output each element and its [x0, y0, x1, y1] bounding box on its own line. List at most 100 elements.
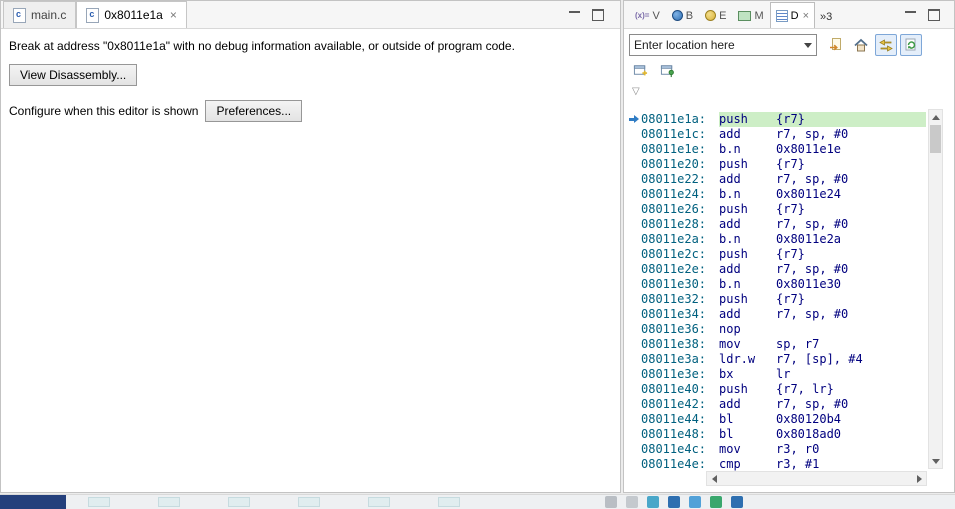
view-disassembly-button[interactable]: View Disassembly... — [9, 64, 138, 86]
instruction-code: bl 0x8018ad0 — [719, 427, 926, 442]
tab-0x8011e1a[interactable]: 0x8011e1a × — [76, 1, 187, 28]
instruction-mnemonic: b.n — [719, 142, 741, 156]
taskbar-app-6[interactable] — [438, 497, 460, 507]
combo-dropdown-icon[interactable] — [799, 35, 816, 55]
disassembly-line[interactable]: 08011e2c: push {r7} — [628, 247, 926, 262]
refresh-view-button[interactable] — [900, 34, 922, 56]
instruction-mnemonic: mov — [719, 442, 741, 456]
hidden-views-chevron[interactable]: »3 — [820, 11, 832, 28]
taskbar-app-1[interactable] — [88, 497, 110, 507]
location-combo — [629, 34, 817, 56]
maximize-icon[interactable] — [928, 9, 940, 21]
disassembly-icon — [775, 9, 788, 22]
sync-selection-button[interactable] — [875, 34, 897, 56]
disassembly-line[interactable]: 08011e2e: add r7, sp, #0 — [628, 262, 926, 277]
tray-icon-5[interactable] — [689, 496, 701, 508]
instruction-code: add r7, sp, #0 — [719, 397, 926, 412]
tab-label: 0x8011e1a — [104, 8, 163, 22]
instruction-operands: r7, sp, #0 — [776, 397, 849, 411]
scroll-right-icon[interactable] — [912, 472, 926, 485]
instruction-pointer-gutter — [628, 457, 641, 471]
disassembly-line[interactable]: 08011e2a: b.n 0x8011e2a — [628, 232, 926, 247]
open-new-view-button[interactable] — [630, 61, 650, 79]
location-input[interactable] — [630, 35, 799, 55]
vertical-scroll-thumb[interactable] — [930, 125, 941, 153]
tray-icon-2[interactable] — [626, 496, 638, 508]
instruction-pointer-gutter — [628, 322, 641, 337]
instruction-pointer-gutter — [628, 307, 641, 322]
taskbar-app-4[interactable] — [298, 497, 320, 507]
taskbar-app-5[interactable] — [368, 497, 390, 507]
tab-disassembly[interactable]: D × — [769, 2, 816, 28]
disassembly-line[interactable]: 08011e4c: mov r3, r0 — [628, 442, 926, 457]
navigate-to-address-button[interactable] — [825, 34, 847, 56]
horizontal-scrollbar[interactable] — [706, 471, 927, 486]
taskbar-active-window[interactable] — [0, 495, 66, 509]
disassembly-line[interactable]: 08011e36: nop — [628, 322, 926, 337]
disassembly-line[interactable]: 08011e3a: ldr.w r7, [sp], #4 — [628, 352, 926, 367]
disassembly-line[interactable]: 08011e26: push {r7} — [628, 202, 926, 217]
instruction-code: push {r7} — [719, 202, 926, 217]
disassembly-line[interactable]: 08011e32: push {r7} — [628, 292, 926, 307]
tab-label: V — [652, 9, 660, 22]
disassembly-line[interactable]: 08011e3e: bx lr — [628, 367, 926, 382]
instruction-mnemonic: add — [719, 307, 741, 321]
tab-main-c[interactable]: main.c — [3, 1, 77, 28]
instruction-operands: sp, r7 — [776, 337, 820, 351]
vertical-scrollbar[interactable] — [928, 109, 943, 469]
instruction-operands: r7, sp, #0 — [776, 307, 849, 321]
maximize-icon[interactable] — [592, 9, 604, 21]
home-button[interactable] — [850, 34, 872, 56]
instruction-address: 08011e42: — [641, 397, 707, 411]
disassembly-line[interactable]: 08011e1e: b.n 0x8011e1e — [628, 142, 926, 157]
instruction-address: 08011e3e: — [641, 367, 707, 381]
disassembly-view-panel: (x)= V B E M D × »3 Enter location here … — [623, 0, 955, 493]
disassembly-line[interactable]: 08011e24: b.n 0x8011e24 — [628, 187, 926, 202]
minimize-icon[interactable] — [905, 10, 916, 21]
instruction-address: 08011e1c: — [641, 127, 707, 141]
scroll-down-icon[interactable] — [929, 454, 942, 468]
toolbar-icons — [825, 34, 922, 56]
pin-view-button[interactable] — [657, 61, 677, 79]
disassembly-line[interactable]: 08011e48: bl 0x8018ad0 — [628, 427, 926, 442]
tab-breakpoints[interactable]: B — [666, 2, 699, 28]
instruction-mnemonic: cmp — [719, 457, 741, 471]
disassembly-line[interactable]: 08011e20: push {r7} — [628, 157, 926, 172]
tray-icon-1[interactable] — [605, 496, 617, 508]
instruction-address: 08011e28: — [641, 217, 707, 231]
instruction-mnemonic: nop — [719, 322, 741, 336]
tab-variables[interactable]: (x)= V — [629, 2, 666, 28]
tray-icon-6[interactable] — [710, 496, 722, 508]
tab-expressions[interactable]: E — [699, 2, 732, 28]
open-new-view-icon — [633, 64, 647, 75]
tray-icon-4[interactable] — [668, 496, 680, 508]
scroll-left-icon[interactable] — [707, 472, 721, 485]
minimize-icon[interactable] — [569, 10, 580, 21]
instruction-mnemonic: push — [719, 202, 748, 216]
taskbar-app-3[interactable] — [228, 497, 250, 507]
tray-icon-7[interactable] — [731, 496, 743, 508]
disassembly-line[interactable]: 08011e44: bl 0x80120b4 — [628, 412, 926, 427]
disassembly-line[interactable]: 08011e40: push {r7, lr} — [628, 382, 926, 397]
disassembly-line[interactable]: 08011e4e: cmp r3, #1 — [628, 457, 926, 471]
disassembly-line[interactable]: 08011e28: add r7, sp, #0 — [628, 217, 926, 232]
ruler-disclosure-icon[interactable]: ▽ — [632, 86, 640, 97]
disassembly-line[interactable]: 08011e38: mov sp, r7 — [628, 337, 926, 352]
instruction-mnemonic: push — [719, 382, 748, 396]
disassembly-line[interactable]: 08011e1c: add r7, sp, #0 — [628, 127, 926, 142]
disassembly-line[interactable]: 08011e1a: push {r7} — [628, 112, 926, 127]
instruction-pointer-gutter — [628, 382, 641, 397]
instruction-address: 08011e48: — [641, 427, 707, 441]
disassembly-line[interactable]: 08011e30: b.n 0x8011e30 — [628, 277, 926, 292]
disassembly-line[interactable]: 08011e34: add r7, sp, #0 — [628, 307, 926, 322]
tray-icon-3[interactable] — [647, 496, 659, 508]
close-tab-icon[interactable]: × — [803, 10, 809, 22]
instruction-operands: 0x80120b4 — [776, 412, 842, 426]
disassembly-line[interactable]: 08011e42: add r7, sp, #0 — [628, 397, 926, 412]
taskbar-app-2[interactable] — [158, 497, 180, 507]
close-tab-icon[interactable]: × — [170, 8, 177, 22]
disassembly-line[interactable]: 08011e22: add r7, sp, #0 — [628, 172, 926, 187]
preferences-button[interactable]: Preferences... — [205, 100, 303, 122]
tab-memory[interactable]: M — [732, 2, 769, 28]
scroll-up-icon[interactable] — [929, 110, 942, 124]
